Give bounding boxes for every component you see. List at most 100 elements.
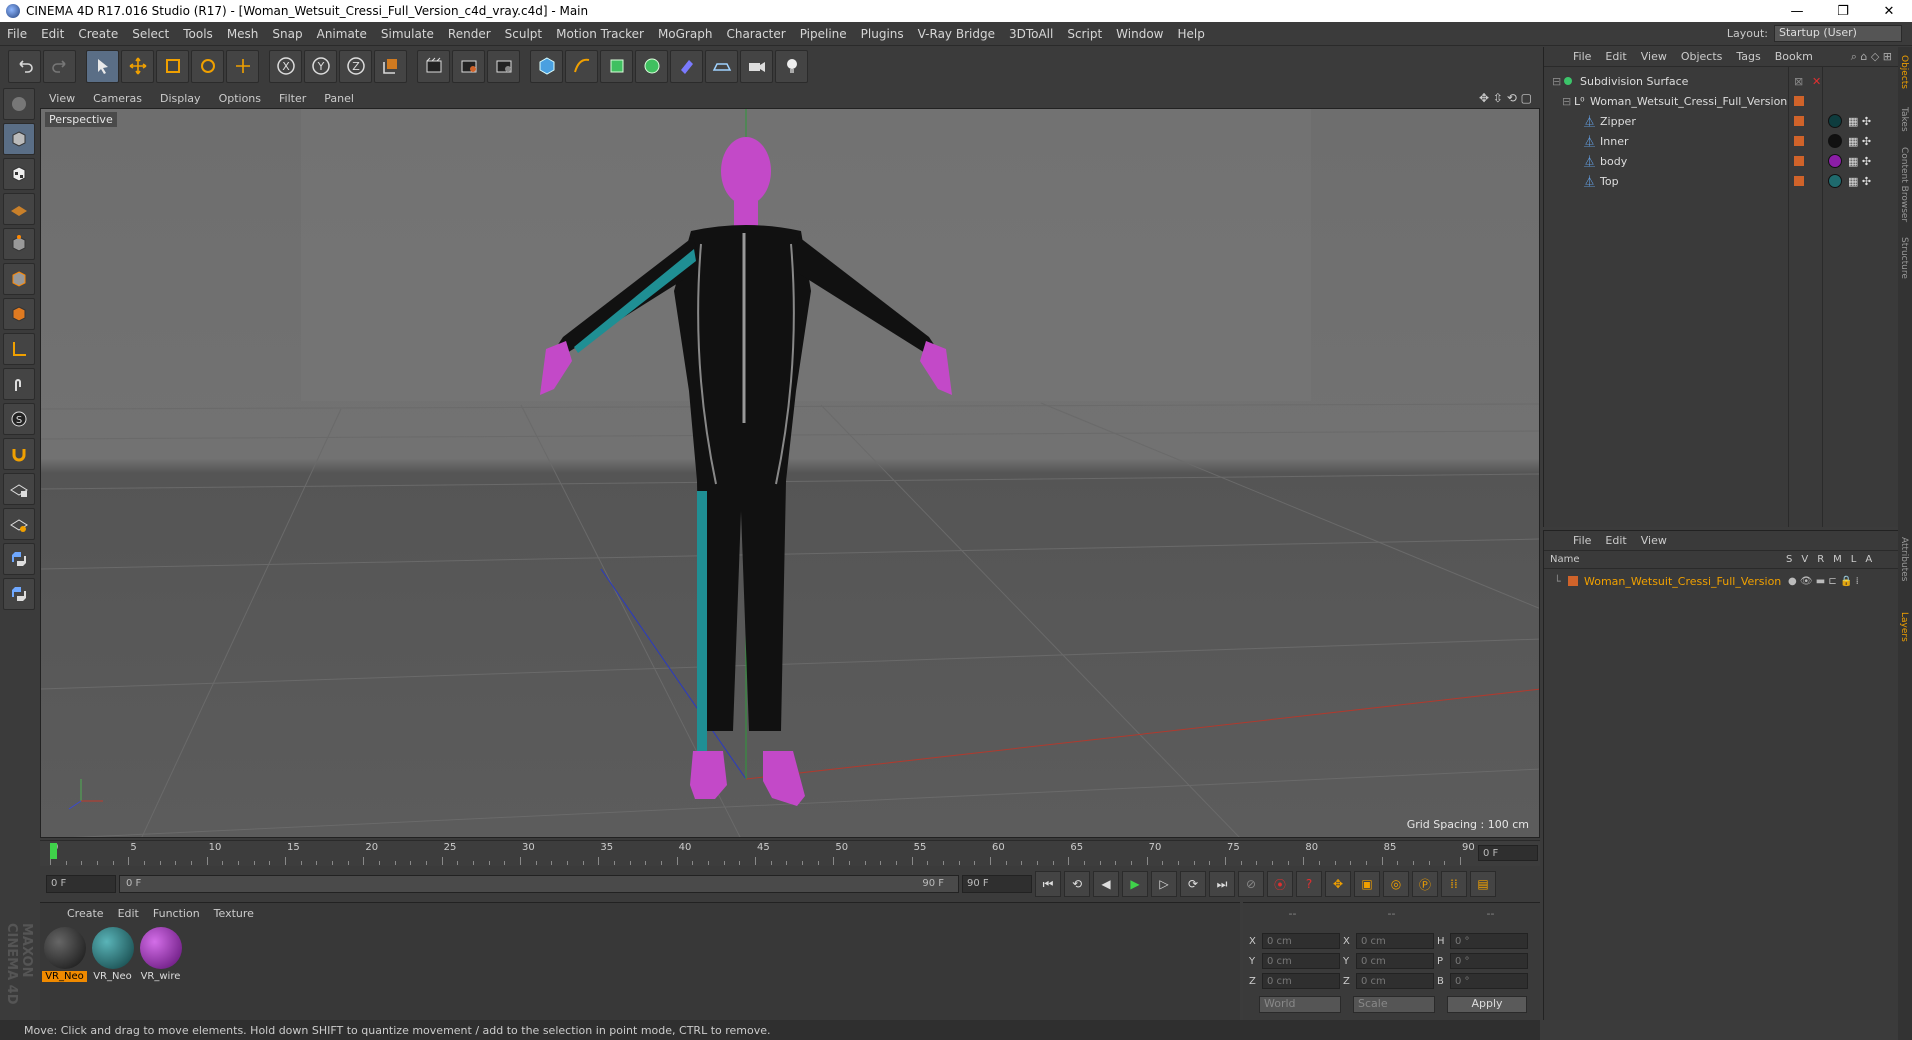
material-tag-icon[interactable] (1828, 114, 1842, 128)
size-z-field[interactable]: 0 cm (1356, 973, 1434, 989)
python-script-button[interactable] (3, 543, 35, 575)
points-mode-button[interactable] (3, 228, 35, 260)
position-x-field[interactable]: 0 cm (1262, 933, 1340, 949)
menu-plugins[interactable]: Plugins (854, 27, 911, 41)
menu-simulate[interactable]: Simulate (374, 27, 441, 41)
object-row-subdivision-surface[interactable]: ⊟ Subdivision Surface ⊠ ✕ (1544, 71, 1899, 91)
workplane-align-button[interactable] (3, 508, 35, 540)
menu-render[interactable]: Render (441, 27, 498, 41)
model-mode-button[interactable] (3, 123, 35, 155)
python-script-button-2[interactable] (3, 578, 35, 610)
key-position-button[interactable]: ✥ (1325, 871, 1351, 897)
size-y-field[interactable]: 0 cm (1356, 953, 1434, 969)
keyframe-selection-button[interactable]: ⊘ (1238, 871, 1264, 897)
preview-range-slider[interactable]: 0 F 90 F (119, 875, 959, 893)
deformer-button[interactable] (670, 49, 703, 83)
y-axis-lock-button[interactable]: Y (304, 49, 337, 83)
menu-select[interactable]: Select (125, 27, 176, 41)
play-forward-button[interactable]: ▶ (1122, 871, 1148, 897)
render-view-button[interactable] (417, 49, 450, 83)
position-y-field[interactable]: 0 cm (1262, 953, 1340, 969)
minimize-button[interactable]: — (1774, 0, 1820, 22)
position-z-field[interactable]: 0 cm (1262, 973, 1340, 989)
tab-layers[interactable]: Layers (1899, 612, 1909, 642)
playhead-marker[interactable] (50, 843, 57, 859)
rotation-b-field[interactable]: 0 ° (1450, 973, 1528, 989)
menu-create[interactable]: Create (71, 27, 125, 41)
tab-attributes[interactable]: Attributes (1899, 537, 1909, 581)
autokeying-button[interactable]: ? (1296, 871, 1322, 897)
uvw-tag-icon[interactable]: ▦ ✣ (1848, 175, 1871, 188)
cloner-button[interactable] (635, 49, 668, 83)
menu-mograph[interactable]: MoGraph (651, 27, 720, 41)
viewport-menu-display[interactable]: Display (151, 92, 210, 105)
menu-help[interactable]: Help (1170, 27, 1211, 41)
material-tag-icon[interactable] (1828, 134, 1842, 148)
spline-pen-button[interactable] (565, 49, 598, 83)
scale-tool-button[interactable] (156, 49, 189, 83)
texture-mode-button[interactable] (3, 158, 35, 190)
tab-takes[interactable]: Takes (1899, 107, 1909, 132)
menu-character[interactable]: Character (719, 27, 792, 41)
make-editable-button[interactable] (3, 88, 35, 120)
layer-color-tag[interactable] (1794, 136, 1804, 146)
subdivision-surface-button[interactable] (600, 49, 633, 83)
layout-dropdown[interactable]: Startup (User) (1774, 25, 1902, 42)
menu-sculpt[interactable]: Sculpt (498, 27, 549, 41)
material-menu-edit[interactable]: Edit (111, 907, 146, 920)
layer-flag-icons[interactable]: ● 👁 ▬ ⊏ 🔒 ⁞ (1788, 576, 1859, 587)
objects-menu-file[interactable]: File (1566, 50, 1598, 63)
menu-motion-tracker[interactable]: Motion Tracker (549, 27, 651, 41)
current-frame-field[interactable]: 0 F (46, 875, 116, 893)
go-to-start-button[interactable]: ⏮ (1035, 871, 1061, 897)
search-icon[interactable]: ⌕ ⌂ ◇ ⊞ (1851, 50, 1898, 64)
viewport-menu-view[interactable]: View (40, 92, 84, 105)
layer-color-tag[interactable] (1794, 96, 1804, 106)
workplane-mode-button[interactable] (3, 193, 35, 225)
layers-menu-edit[interactable]: Edit (1598, 534, 1633, 547)
recent-tool-button[interactable] (226, 49, 259, 83)
coordinate-space-dropdown[interactable]: World (1259, 996, 1341, 1013)
previous-key-button[interactable]: ⟲ (1064, 871, 1090, 897)
restore-button[interactable]: ❐ (1820, 0, 1866, 22)
menu-animate[interactable]: Animate (310, 27, 374, 41)
live-selection-button[interactable] (86, 49, 119, 83)
key-point-level-button[interactable]: ⁞⁞ (1441, 871, 1467, 897)
material-swatch[interactable]: VR_wire (138, 927, 183, 985)
objects-menu-tags[interactable]: Tags (1729, 50, 1767, 63)
layer-row[interactable]: └ Woman_Wetsuit_Cressi_Full_Version ● 👁 … (1544, 571, 1899, 591)
next-frame-button[interactable]: ▷ (1151, 871, 1177, 897)
perspective-viewport[interactable]: Perspective Grid Spacing : 100 cm (40, 108, 1540, 838)
menu-script[interactable]: Script (1060, 27, 1109, 41)
layer-color-tag[interactable] (1794, 116, 1804, 126)
viewport-menu-panel[interactable]: Panel (315, 92, 363, 105)
move-tool-button[interactable] (121, 49, 154, 83)
polygons-mode-button[interactable] (3, 298, 35, 330)
object-row-inner[interactable]: ⏅ Inner ▦ ✣ (1544, 131, 1899, 151)
menu-edit[interactable]: Edit (34, 27, 71, 41)
tab-structure[interactable]: Structure (1899, 237, 1909, 279)
object-row-woman-wetsuit[interactable]: ⊟ L⁰ Woman_Wetsuit_Cressi_Full_Version (1544, 91, 1899, 111)
max-frame-field[interactable]: 90 F (962, 875, 1032, 893)
objects-menu-view[interactable]: View (1634, 50, 1674, 63)
rotate-tool-button[interactable] (191, 49, 224, 83)
render-picture-viewer-button[interactable] (452, 49, 485, 83)
objects-menu-objects[interactable]: Objects (1674, 50, 1730, 63)
render-settings-button[interactable] (487, 49, 520, 83)
cube-primitive-button[interactable] (530, 49, 563, 83)
record-active-objects-button[interactable]: ⦿ (1267, 871, 1293, 897)
visibility-toggle[interactable]: ⊠ (1794, 75, 1803, 88)
objects-menu-edit[interactable]: Edit (1598, 50, 1633, 63)
edges-mode-button[interactable] (3, 263, 35, 295)
uvw-tag-icon[interactable]: ▦ ✣ (1848, 115, 1871, 128)
viewport-menu-options[interactable]: Options (210, 92, 270, 105)
material-swatch[interactable]: VR_Neo (90, 927, 135, 985)
material-tag-icon[interactable] (1828, 154, 1842, 168)
apply-button[interactable]: Apply (1447, 996, 1527, 1013)
layer-color-swatch[interactable] (1568, 576, 1578, 586)
camera-object-button[interactable] (740, 49, 773, 83)
tab-objects[interactable]: Objects (1899, 55, 1909, 89)
enable-toggle[interactable]: ✕ (1812, 75, 1821, 88)
menu-pipeline[interactable]: Pipeline (793, 27, 854, 41)
uvw-tag-icon[interactable]: ▦ ✣ (1848, 155, 1871, 168)
